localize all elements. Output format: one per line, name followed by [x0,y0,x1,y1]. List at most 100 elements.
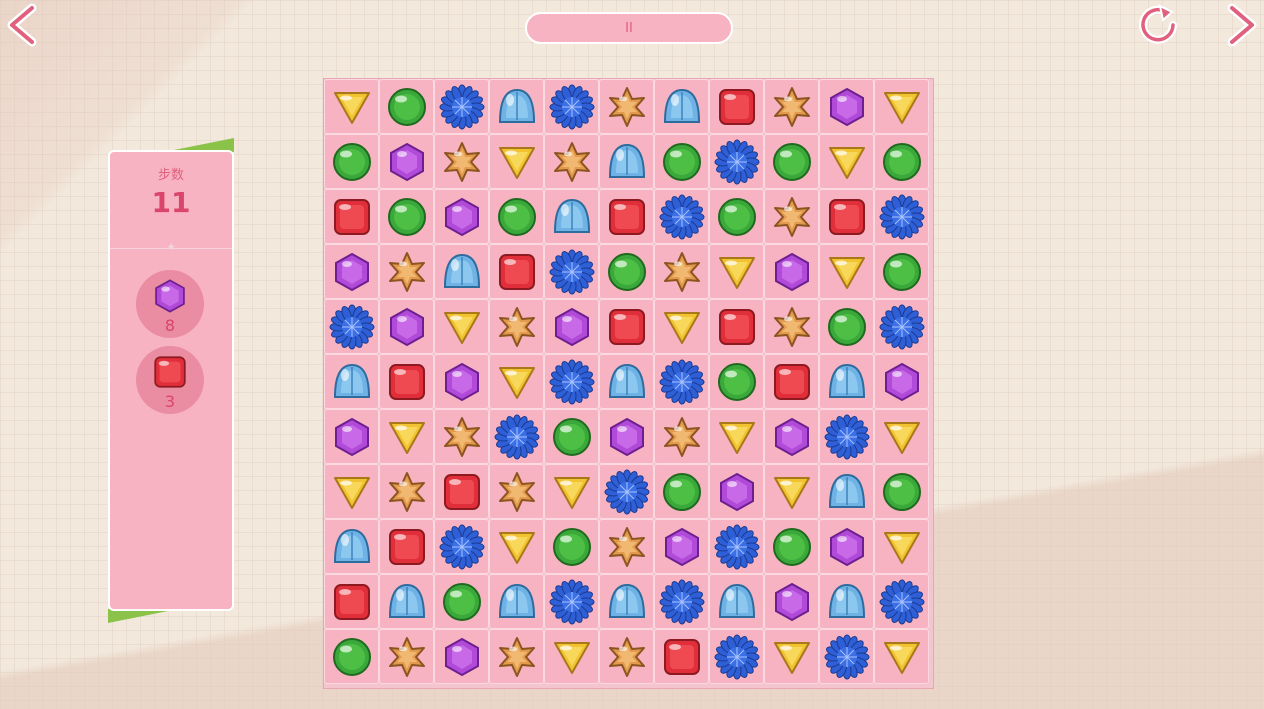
board-cell[interactable] [874,354,929,409]
board-cell[interactable] [434,354,489,409]
board-cell[interactable] [599,574,654,629]
board-cell[interactable] [709,354,764,409]
board-cell[interactable] [709,79,764,134]
board-cell[interactable] [874,574,929,629]
board-cell[interactable] [874,464,929,519]
board-cell[interactable] [819,354,874,409]
board-cell[interactable] [709,409,764,464]
board-cell[interactable] [489,299,544,354]
board-cell[interactable] [544,134,599,189]
board-cell[interactable] [654,189,709,244]
board-cell[interactable] [544,574,599,629]
board-cell[interactable] [324,299,379,354]
board-cell[interactable] [654,464,709,519]
board-cell[interactable] [324,134,379,189]
board-cell[interactable] [709,134,764,189]
board-cell[interactable] [874,519,929,574]
board-cell[interactable] [764,189,819,244]
board-cell[interactable] [434,629,489,684]
board-cell[interactable] [489,354,544,409]
board-cell[interactable] [599,299,654,354]
board-cell[interactable] [489,519,544,574]
board-cell[interactable] [874,134,929,189]
board-cell[interactable] [599,519,654,574]
board-cell[interactable] [599,409,654,464]
board-cell[interactable] [379,574,434,629]
board-cell[interactable] [544,244,599,299]
board-cell[interactable] [764,519,819,574]
board-cell[interactable] [324,574,379,629]
board-cell[interactable] [654,299,709,354]
board-cell[interactable] [764,299,819,354]
board-cell[interactable] [544,464,599,519]
board-cell[interactable] [544,299,599,354]
board-cell[interactable] [764,629,819,684]
board-cell[interactable] [764,574,819,629]
board-cell[interactable] [709,519,764,574]
board-cell[interactable] [764,409,819,464]
board-cell[interactable] [489,134,544,189]
board-cell[interactable] [544,189,599,244]
board-cell[interactable] [819,134,874,189]
board-cell[interactable] [599,189,654,244]
board-cell[interactable] [379,519,434,574]
board-cell[interactable] [819,79,874,134]
board-cell[interactable] [489,629,544,684]
board-cell[interactable] [489,189,544,244]
board-cell[interactable] [434,464,489,519]
board-cell[interactable] [379,354,434,409]
board-cell[interactable] [434,134,489,189]
board-cell[interactable] [379,244,434,299]
board-cell[interactable] [434,574,489,629]
board-cell[interactable] [489,79,544,134]
board-cell[interactable] [379,409,434,464]
board-cell[interactable] [654,354,709,409]
board-cell[interactable] [819,409,874,464]
board-cell[interactable] [544,629,599,684]
board-cell[interactable] [434,299,489,354]
board-cell[interactable] [489,464,544,519]
board-cell[interactable] [489,409,544,464]
board-cell[interactable] [599,629,654,684]
board-cell[interactable] [709,464,764,519]
board-cell[interactable] [544,409,599,464]
board-cell[interactable] [379,79,434,134]
board-cell[interactable] [654,519,709,574]
board-cell[interactable] [819,519,874,574]
board-cell[interactable] [874,79,929,134]
board-cell[interactable] [544,519,599,574]
board-cell[interactable] [434,519,489,574]
board-cell[interactable] [654,409,709,464]
board-cell[interactable] [874,409,929,464]
restart-icon[interactable] [1136,2,1180,46]
board-cell[interactable] [544,354,599,409]
board-cell[interactable] [324,79,379,134]
board-cell[interactable] [599,464,654,519]
board-cell[interactable] [324,354,379,409]
board-cell[interactable] [544,79,599,134]
board-cell[interactable] [434,244,489,299]
board-cell[interactable] [379,134,434,189]
board-cell[interactable] [874,244,929,299]
board-cell[interactable] [819,189,874,244]
board-cell[interactable] [764,134,819,189]
board-cell[interactable] [709,189,764,244]
board-cell[interactable] [654,134,709,189]
board-cell[interactable] [819,464,874,519]
board-cell[interactable] [599,354,654,409]
board-cell[interactable] [764,244,819,299]
board-cell[interactable] [379,629,434,684]
board-cell[interactable] [434,409,489,464]
back-arrow-icon[interactable] [2,2,42,48]
board-cell[interactable] [874,189,929,244]
board-cell[interactable] [874,629,929,684]
board-cell[interactable] [709,629,764,684]
board-cell[interactable] [324,409,379,464]
board-cell[interactable] [324,519,379,574]
board-cell[interactable] [874,299,929,354]
board-cell[interactable] [379,189,434,244]
board-cell[interactable] [489,244,544,299]
board-cell[interactable] [379,299,434,354]
board-cell[interactable] [819,244,874,299]
board-cell[interactable] [324,464,379,519]
